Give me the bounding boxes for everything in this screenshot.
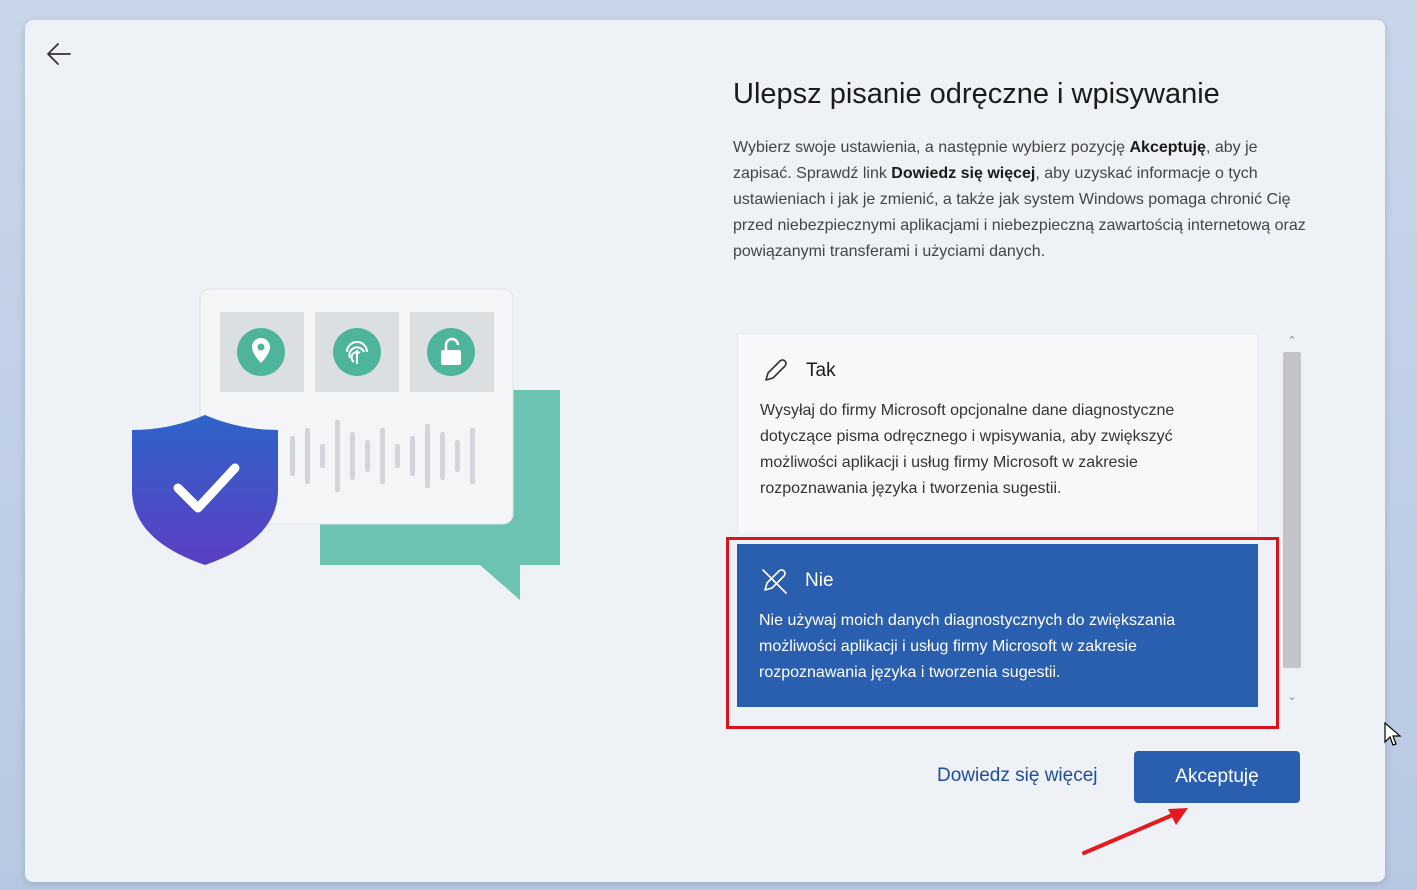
option-yes-text: Wysyłaj do firmy Microsoft opcjonalne da… <box>760 402 1175 497</box>
arrow-left-icon <box>47 43 71 65</box>
learn-more-link[interactable]: Dowiedz się więcej <box>937 765 1112 795</box>
fingerprint-icon <box>333 328 381 376</box>
option-yes[interactable]: Tak Wysyłaj do firmy Microsoft opcjonaln… <box>737 333 1258 533</box>
back-button[interactable] <box>43 38 75 70</box>
shield-check-icon <box>132 415 278 565</box>
privacy-illustration <box>100 260 565 600</box>
unlock-icon <box>427 328 475 376</box>
annotation-highlight-box <box>726 537 1279 729</box>
options-scrollbar[interactable]: ⌃ ⌄ <box>1281 330 1303 706</box>
mouse-cursor-icon <box>1384 722 1402 746</box>
annotation-arrow-icon <box>1082 808 1188 855</box>
location-icon <box>237 328 285 376</box>
scrollbar-thumb[interactable] <box>1283 352 1301 668</box>
option-yes-label: Tak <box>806 360 836 381</box>
chevron-up-icon[interactable]: ⌃ <box>1281 330 1303 350</box>
pen-icon <box>765 359 787 381</box>
page-description: Wybierz swoje ustawienia, a następnie wy… <box>733 139 1306 260</box>
page-title: Ulepsz pisanie odręczne i wpisywanie <box>733 78 1220 110</box>
chevron-down-icon[interactable]: ⌄ <box>1281 686 1303 706</box>
